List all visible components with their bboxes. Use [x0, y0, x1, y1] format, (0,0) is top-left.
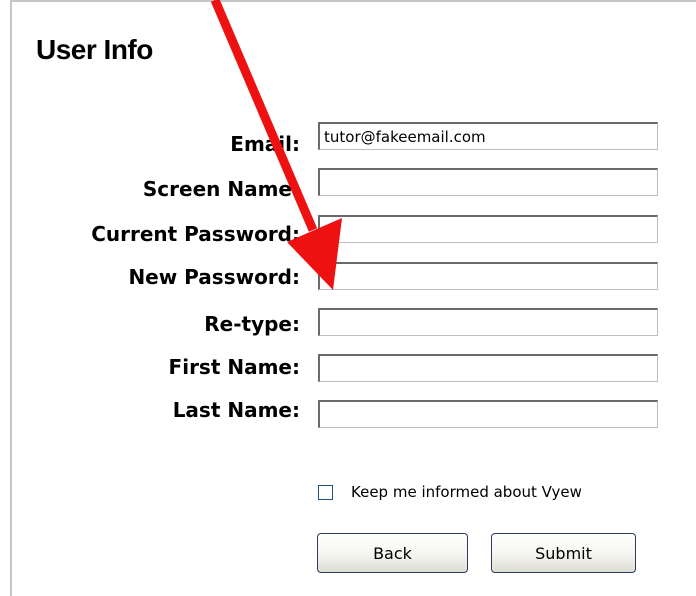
email-label: Email:	[230, 132, 300, 156]
last-name-field[interactable]	[318, 400, 658, 428]
screen-name-field[interactable]	[318, 168, 658, 196]
screen-name-label: Screen Name:	[142, 177, 300, 201]
newsletter-checkbox[interactable]	[318, 484, 333, 500]
current-password-label: Current Password:	[91, 222, 300, 246]
new-password-field[interactable]	[318, 262, 658, 290]
newsletter-label[interactable]: Keep me informed about Vyew	[351, 481, 582, 503]
frame-left-border	[10, 0, 12, 596]
annotation-arrow	[210, 0, 342, 290]
submit-button[interactable]: Submit	[491, 533, 636, 573]
frame-top-border	[10, 0, 696, 2]
new-password-label: New Password:	[128, 265, 300, 289]
current-password-field[interactable]	[318, 215, 658, 243]
email-field[interactable]	[318, 122, 658, 150]
newsletter-row: Keep me informed about Vyew	[318, 481, 582, 503]
retype-password-field[interactable]	[318, 308, 658, 336]
last-name-label: Last Name:	[172, 398, 300, 422]
back-button[interactable]: Back	[317, 533, 468, 573]
section-title: User Info	[36, 34, 153, 65]
retype-password-label: Re-type:	[204, 312, 300, 336]
first-name-label: First Name:	[168, 355, 300, 379]
first-name-field[interactable]	[318, 354, 658, 382]
